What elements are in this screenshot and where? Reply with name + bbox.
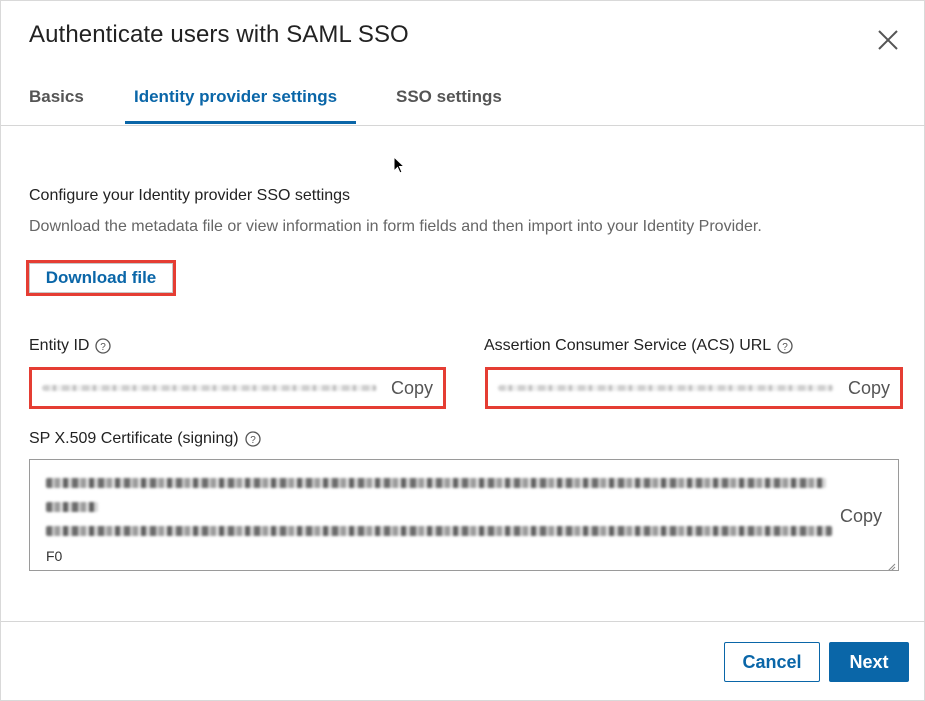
download-file-button[interactable]: Download file — [26, 260, 176, 296]
saml-sso-dialog: Authenticate users with SAML SSO Basics … — [0, 0, 925, 701]
mouse-pointer-icon — [393, 155, 407, 181]
certificate-copy-button[interactable]: Copy — [840, 506, 882, 527]
tab-bar: Basics Identity provider settings SSO se… — [1, 71, 925, 126]
help-icon[interactable]: ? — [777, 338, 793, 354]
entity-id-field[interactable]: Copy — [29, 367, 446, 409]
certificate-line-redacted — [46, 526, 832, 536]
entity-id-label-text: Entity ID — [29, 337, 90, 354]
entity-id-value-redacted — [42, 385, 377, 391]
active-tab-indicator — [125, 121, 356, 124]
acs-url-label-text: Assertion Consumer Service (ACS) URL — [484, 337, 772, 354]
help-icon[interactable]: ? — [244, 431, 261, 447]
certificate-label: SP X.509 Certificate (signing) ? — [29, 430, 261, 448]
certificate-label-text: SP X.509 Certificate (signing) — [29, 430, 239, 447]
svg-text:?: ? — [250, 435, 256, 446]
tab-identity-provider-settings[interactable]: Identity provider settings — [134, 87, 337, 107]
certificate-line-redacted — [46, 502, 98, 512]
acs-url-value-redacted — [498, 385, 834, 391]
section-description: Download the metadata file or view infor… — [29, 218, 762, 235]
tab-basics[interactable]: Basics — [29, 87, 84, 107]
acs-url-copy-button[interactable]: Copy — [848, 378, 890, 399]
svg-text:?: ? — [782, 342, 788, 353]
close-icon[interactable] — [873, 25, 903, 55]
entity-id-label: Entity ID ? — [29, 337, 112, 355]
entity-id-copy-button[interactable]: Copy — [391, 378, 433, 399]
certificate-textarea[interactable]: F0 Copy — [29, 459, 899, 571]
acs-url-field[interactable]: Copy — [485, 367, 903, 409]
acs-url-label: Assertion Consumer Service (ACS) URL ? — [484, 337, 793, 355]
svg-text:?: ? — [101, 342, 107, 353]
certificate-tail-text: F0 — [46, 548, 63, 564]
footer-divider — [1, 621, 925, 622]
tab-sso-settings[interactable]: SSO settings — [396, 87, 502, 107]
dialog-title: Authenticate users with SAML SSO — [29, 21, 409, 48]
resize-grip-icon[interactable] — [887, 559, 896, 570]
help-icon[interactable]: ? — [95, 338, 112, 354]
next-button[interactable]: Next — [829, 642, 909, 682]
certificate-line-redacted — [46, 478, 826, 488]
section-heading: Configure your Identity provider SSO set… — [29, 187, 351, 204]
cancel-button[interactable]: Cancel — [724, 642, 820, 682]
